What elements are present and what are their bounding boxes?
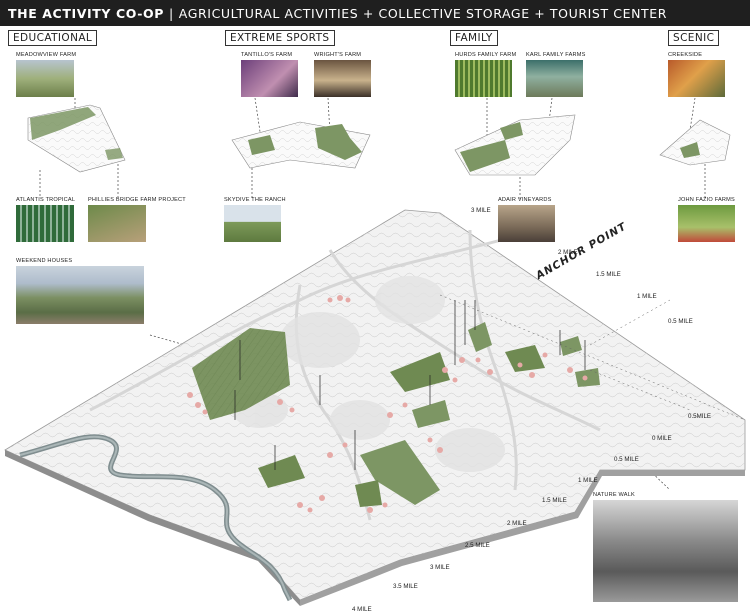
mile-left-4: 2 MILE [507,520,527,527]
mile-left-0: 4 MILE [352,606,372,613]
vignette-scenic [659,119,731,166]
photo-skydive [224,205,281,242]
mile-left-3: 2.5 MILE [465,542,490,549]
mile-right-1: 0.5 MILE [668,318,693,325]
label-karl: KARL FAMILY FARMS [526,52,586,58]
label-skydive: SKYDIVE THE RANCH [224,197,286,203]
vignette-family [454,114,576,176]
mile-right-5: 3 MILE [471,207,491,214]
label-weekend-houses: WEEKEND HOUSES [16,258,73,264]
photo-wrights [314,60,371,97]
photo-adair [498,205,555,242]
photo-nature-walk [593,500,738,602]
photo-atlantis [16,205,74,242]
mile-right-0: 0.5MILE [688,413,712,420]
label-tantillo: TANTILLO'S FARM [241,52,293,58]
label-creekside: CREEKSIDE [668,52,703,58]
label-atlantis: ATLANTIS TROPICAL [16,197,76,203]
label-nature-walk: NATURE WALK [593,492,635,498]
mile-right-2: 1 MILE [637,293,657,300]
mile-left-5: 1.5 MILE [542,497,567,504]
photo-karl [526,60,583,97]
photo-creekside [668,60,725,97]
photo-hurds [455,60,512,97]
mile-left-7: 0.5 MILE [614,456,639,463]
mile-right-4: 2 MILE [558,249,578,256]
vignette-educational [27,104,126,173]
label-phillies: PHILLIES BRIDGE FARM PROJECT [88,197,186,203]
mile-left-8: 0 MILE [652,435,672,442]
photo-meadowview [16,60,74,97]
label-meadowview: MEADOWVIEW FARM [16,52,77,58]
label-adair: ADAIR VINEYARDS [498,197,552,203]
mile-left-6: 1 MILE [578,477,598,484]
mile-left-1: 3.5 MILE [393,583,418,590]
photo-john-fazio [678,205,735,242]
label-wrights: WRIGHT'S FARM [314,52,362,58]
photo-tantillo [241,60,298,97]
photo-weekend-houses [16,266,144,324]
label-hurds: HURDS FAMILY FARM [455,52,517,58]
label-john-fazio: JOHN FAZIO FARMS [678,197,735,203]
mile-right-3: 1.5 MILE [596,271,621,278]
vignette-extreme-sports [231,121,371,169]
mile-left-2: 3 MILE [430,564,450,571]
photo-phillies [88,205,146,242]
